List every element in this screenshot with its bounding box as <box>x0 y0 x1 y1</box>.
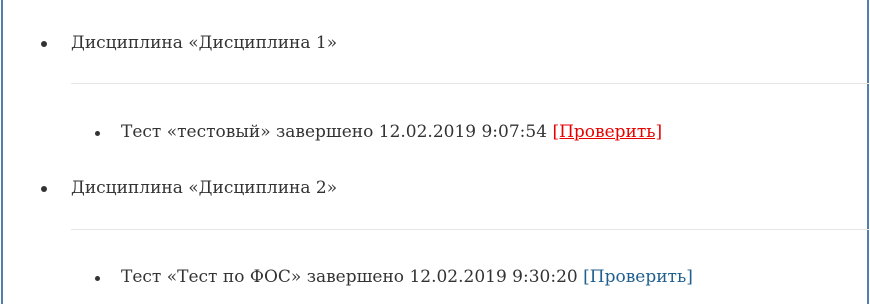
discipline-1-title: Дисциплина «Дисциплина 1» <box>71 33 338 53</box>
discipline-list-panel: Дисциплина «Дисциплина 1» Тест «тестовый… <box>1 0 869 304</box>
separator-line <box>71 83 869 84</box>
discipline-2-title: Дисциплина «Дисциплина 2» <box>71 178 338 198</box>
test-1-row: Тест «тестовый» завершено 12.02.2019 9:0… <box>121 122 662 142</box>
separator-line <box>71 229 869 230</box>
bullet-icon <box>95 276 100 281</box>
bullet-icon <box>41 41 47 47</box>
bullet-icon <box>95 131 100 136</box>
test-1-text: Тест «тестовый» завершено 12.02.2019 9:0… <box>121 122 548 142</box>
test-2-row: Тест «Тест по ФОС» завершено 12.02.2019 … <box>121 267 693 287</box>
check-test-2-link[interactable]: [Проверить] <box>583 267 693 287</box>
bullet-icon <box>41 186 47 192</box>
test-2-text: Тест «Тест по ФОС» завершено 12.02.2019 … <box>121 267 578 287</box>
check-test-1-link[interactable]: [Проверить] <box>552 122 662 142</box>
